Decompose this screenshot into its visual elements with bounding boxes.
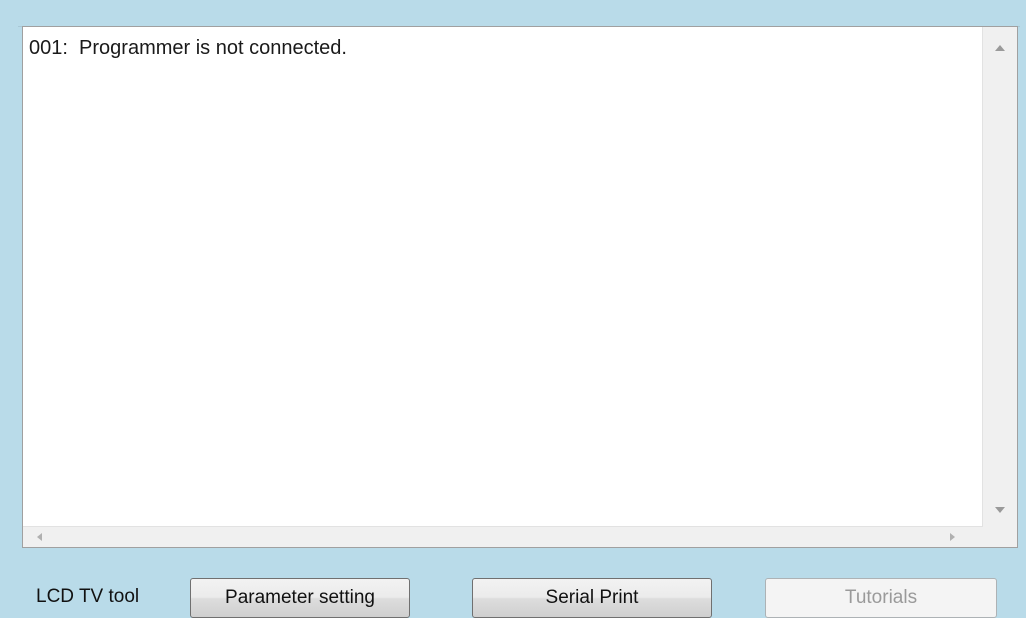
horizontal-scrollbar[interactable] — [23, 526, 983, 547]
log-line: 001: Programmer is not connected. — [29, 37, 347, 59]
serial-print-button[interactable]: Serial Print — [472, 578, 712, 618]
vertical-scrollbar[interactable] — [982, 27, 1017, 529]
app-window: 001: Programmer is not connected. LCD TV… — [0, 0, 1026, 618]
parameter-setting-button[interactable]: Parameter setting — [190, 578, 410, 618]
log-panel[interactable]: 001: Programmer is not connected. — [22, 26, 1018, 548]
top-strip — [18, 0, 1020, 27]
scroll-down-icon[interactable] — [995, 507, 1005, 513]
tutorials-button: Tutorials — [765, 578, 997, 618]
scroll-left-icon[interactable] — [37, 533, 42, 541]
scroll-right-icon[interactable] — [950, 533, 955, 541]
scrollbar-corner — [983, 527, 1017, 547]
scroll-up-icon[interactable] — [995, 45, 1005, 51]
tool-label: LCD TV tool — [36, 586, 140, 607]
bottom-toolbar: LCD TV tool Parameter setting Serial Pri… — [22, 568, 1018, 618]
